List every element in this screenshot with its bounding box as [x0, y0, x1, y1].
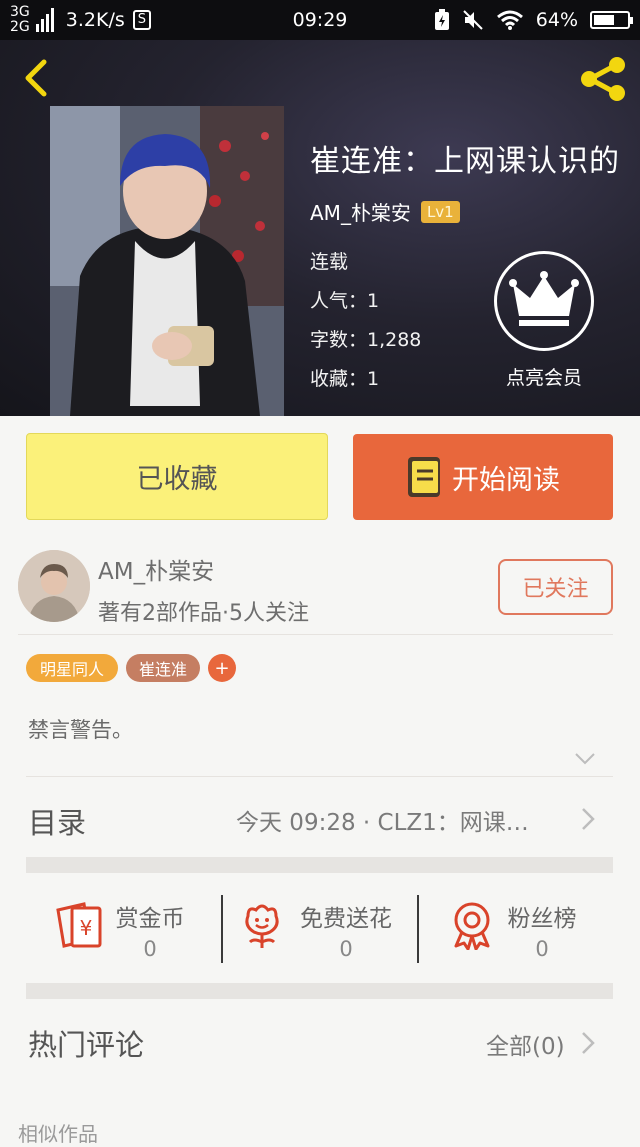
battery-percent: 64% [535, 9, 578, 31]
level-badge: Lv1 [420, 200, 460, 223]
follow-button[interactable]: 已关注 [498, 559, 613, 615]
divider [221, 895, 223, 963]
free-flower-label[interactable]: 免费送花 [284, 899, 408, 933]
popularity: 人气：1 [310, 290, 380, 312]
mute-icon [463, 10, 483, 30]
book-description: 禁言警告。 [28, 718, 133, 742]
tag-celebrity-fanfic[interactable]: 明星同人 [26, 654, 118, 682]
status-bar: 3G 2G 3.2K/s S 09:29 64% [0, 0, 640, 40]
vip-button[interactable] [494, 251, 594, 351]
red-envelope-icon[interactable]: ¥ [54, 900, 104, 950]
header-author-name[interactable]: AM_朴棠安 [310, 197, 411, 226]
catalog-title[interactable]: 目录 [28, 800, 86, 842]
network-type: 3G 2G [10, 5, 30, 35]
all-comments-link[interactable]: 全部(0) [486, 1027, 565, 1061]
section-separator [26, 857, 613, 873]
fan-ranking-count: 0 [535, 937, 549, 961]
share-icon[interactable] [578, 56, 628, 102]
favorite-count: 收藏：1 [310, 368, 380, 390]
signal-icon [35, 6, 56, 34]
header-author: AM_朴棠安 Lv1 [310, 197, 460, 226]
battery-saver-icon [434, 9, 449, 30]
s-app-icon: S [132, 10, 152, 30]
wifi-icon [496, 10, 523, 30]
network-speed: 3.2K/s [65, 9, 125, 31]
chevron-right-icon[interactable] [580, 1030, 596, 1056]
author-stats: 著有2部作品·5人关注 [98, 601, 309, 626]
favorited-button[interactable]: 已收藏 [26, 433, 328, 520]
add-tag-button[interactable]: + [208, 654, 236, 682]
book-header: 崔连准：上网课认识的 AM_朴棠安 Lv1 连载 人气：1 字数：1,288 收… [0, 40, 640, 416]
medal-icon[interactable] [450, 900, 494, 950]
word-count: 字数：1,288 [310, 329, 422, 351]
book-title: 崔连准：上网课认识的 [310, 144, 620, 179]
section-separator [26, 983, 613, 999]
vip-label[interactable]: 点亮会员 [480, 363, 608, 390]
similar-works-title: 相似作品 [18, 1122, 98, 1146]
battery-icon [590, 11, 633, 29]
author-avatar[interactable] [18, 550, 90, 622]
chevron-right-icon[interactable] [580, 806, 596, 832]
crown-icon [509, 271, 579, 326]
tag-character[interactable]: 崔连准 [126, 654, 200, 682]
flower-icon[interactable] [240, 902, 284, 950]
cover-illustration [50, 106, 284, 416]
chevron-down-icon[interactable] [574, 752, 596, 766]
svg-text:¥: ¥ [80, 916, 93, 940]
cover-image[interactable] [50, 106, 284, 416]
reward-coins-count: 0 [143, 937, 157, 961]
fan-ranking-label[interactable]: 粉丝榜 [492, 899, 592, 933]
latest-chapter[interactable]: 今天 09:28 · CLZ1：网课… [236, 803, 560, 837]
serial-status: 连载 [310, 251, 349, 273]
network-top: 3G [10, 4, 30, 20]
start-reading-button[interactable]: 开始阅读 [353, 434, 613, 520]
divider [417, 895, 419, 963]
divider [18, 634, 613, 635]
free-flower-count: 0 [339, 937, 353, 961]
start-reading-label: 开始阅读 [452, 464, 560, 496]
divider [26, 776, 613, 777]
book-icon [408, 457, 440, 497]
author-name[interactable]: AM_朴棠安 [98, 552, 214, 586]
network-bottom: 2G [10, 19, 30, 35]
back-arrow-icon[interactable] [18, 58, 54, 98]
hot-comments-title: 热门评论 [28, 1028, 145, 1062]
reward-coins-label[interactable]: 赏金币 [100, 899, 200, 933]
